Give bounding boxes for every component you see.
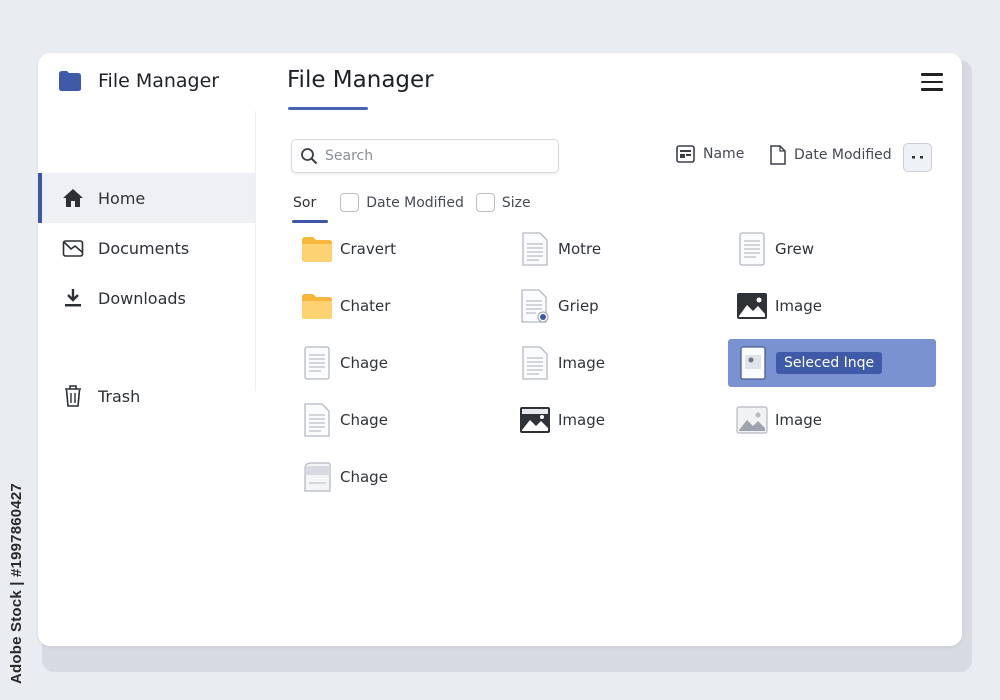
image-icon (735, 289, 769, 323)
file-item[interactable]: Chater (300, 286, 390, 326)
file-name: Chater (340, 297, 391, 315)
sort-tab-underline (292, 219, 328, 223)
search-icon (301, 148, 318, 165)
file-outline-icon (770, 145, 786, 165)
checkbox-box[interactable] (475, 193, 495, 212)
brand-name: File Manager (98, 70, 220, 92)
file-name: Image (775, 411, 822, 429)
file-name: Cravert (340, 240, 396, 258)
menu-bar (921, 73, 943, 76)
file-item-selected[interactable]: Seleced Inqe (728, 339, 936, 387)
drive-icon (300, 460, 334, 494)
date-modified-checkbox[interactable]: Date Modified (340, 193, 464, 212)
image-icon (518, 403, 552, 437)
sort-by-name-button[interactable]: Name (676, 145, 744, 163)
file-name: Image (558, 354, 605, 372)
checkbox-label: Size (501, 194, 531, 211)
file-item[interactable]: Image (735, 400, 822, 440)
document-icon (300, 346, 334, 380)
folder-logo-icon (59, 71, 81, 91)
download-icon (62, 287, 84, 309)
document-badge-icon (518, 289, 552, 323)
document-icon (518, 346, 552, 380)
file-item[interactable]: Chage (300, 343, 388, 383)
stock-watermark-text: Adobe Stock | #1997860427 (8, 483, 25, 684)
file-item[interactable]: Cravert (300, 229, 396, 269)
checkbox-box[interactable] (340, 193, 360, 212)
file-item[interactable]: Image (518, 400, 605, 440)
checkbox-label: Date Modified (366, 194, 464, 211)
sidebar-item-home[interactable]: Home (38, 173, 255, 223)
file-item[interactable]: Chage (300, 457, 388, 497)
document-icon (300, 403, 334, 437)
sidebar-item-label: Trash (98, 386, 141, 406)
page-title: File Manager (287, 67, 434, 93)
sidebar-item-label: Downloads (98, 288, 186, 308)
sort-options-row: Sor Date Modified Size (292, 193, 543, 223)
file-name: Image (558, 411, 605, 429)
brand: File Manager (58, 70, 219, 92)
sidebar-item-label: Home (98, 188, 146, 208)
file-item[interactable]: Image (518, 343, 605, 383)
file-item[interactable]: Motre (518, 229, 601, 269)
file-item[interactable]: Griep (518, 286, 599, 326)
file-item[interactable]: Chage (300, 400, 388, 440)
file-name: Griep (558, 297, 599, 315)
file-name: Motre (558, 240, 602, 258)
sidebar-item-downloads[interactable]: Downloads (38, 273, 255, 323)
file-name: Image (775, 297, 822, 315)
file-manager-window: File Manager File Manager Home Documents… (38, 53, 962, 646)
file-name: Chage (340, 411, 388, 429)
list-view-icon (676, 145, 695, 163)
image-light-icon (735, 403, 769, 437)
trash-icon (62, 385, 84, 407)
file-name: Grew (775, 240, 814, 258)
sort-order-toggle[interactable] (903, 143, 932, 172)
home-icon (62, 187, 84, 209)
title-underline (288, 107, 368, 110)
document-icon (735, 232, 769, 266)
file-name: Seleced Inqe (776, 352, 883, 374)
menu-bar (921, 80, 943, 83)
file-name: Chage (340, 468, 388, 486)
image-file-icon (736, 346, 770, 380)
dots-icon (911, 155, 923, 158)
sort-by-date-button[interactable]: Date Modified (769, 145, 892, 165)
sidebar-item-documents[interactable]: Documents (38, 223, 255, 273)
search-input[interactable] (325, 148, 545, 164)
folder-icon (300, 289, 334, 323)
search-box[interactable] (291, 139, 559, 173)
sidebar-item-label: Documents (98, 238, 190, 258)
sort-tab[interactable]: Sor (292, 194, 328, 223)
size-checkbox[interactable]: Size (475, 193, 531, 212)
sort-date-label: Date Modified (794, 147, 892, 163)
sidebar-item-trash[interactable]: Trash (38, 371, 255, 421)
hamburger-menu-button[interactable] (921, 73, 943, 91)
sort-tab-label: Sor (293, 194, 317, 211)
documents-icon (62, 237, 84, 259)
file-name: Chage (340, 354, 388, 372)
folder-icon (300, 232, 334, 266)
menu-bar (921, 88, 943, 91)
file-item[interactable]: Image (735, 286, 822, 326)
sort-name-label: Name (703, 146, 745, 162)
document-icon (518, 232, 552, 266)
file-item[interactable]: Grew (735, 229, 814, 269)
